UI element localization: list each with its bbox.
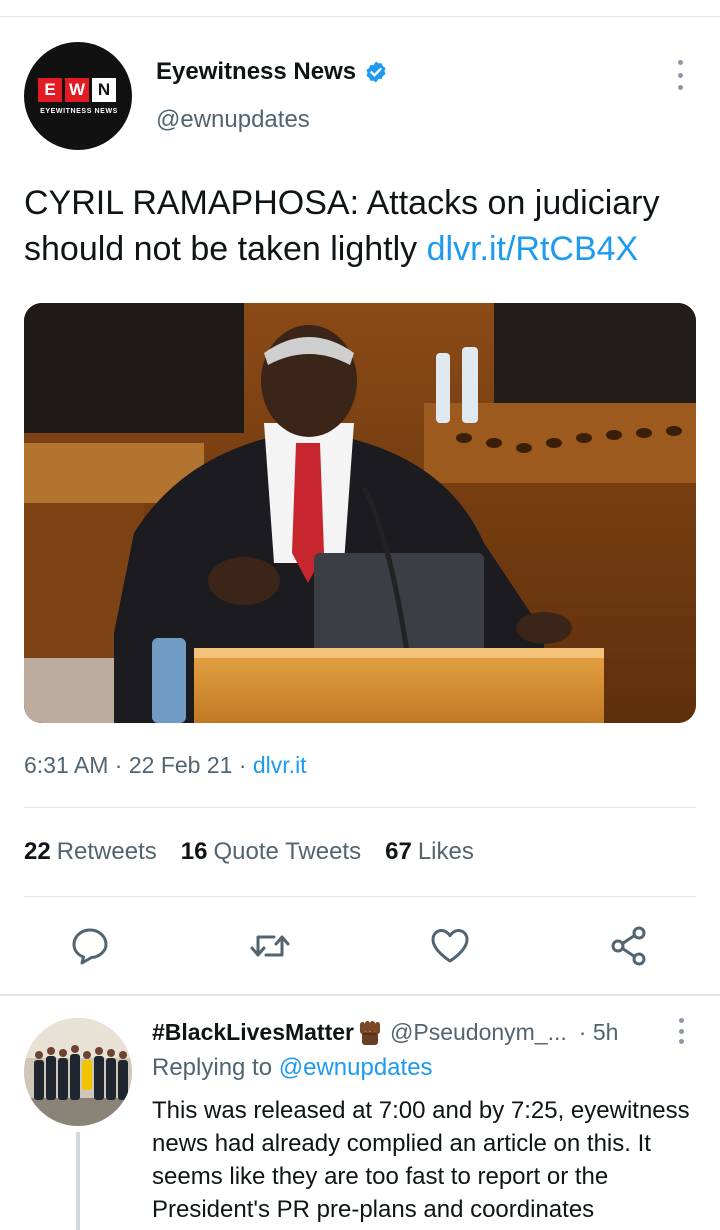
tweet-stats: 22 Retweets 16 Quote Tweets 67 Likes: [24, 838, 474, 866]
likes-count: 67: [385, 838, 412, 865]
reply-text: This was released at 7:00 and by 7:25, e…: [152, 1097, 690, 1223]
tweet-photo[interactable]: [24, 303, 696, 723]
reply-more-vertical-icon[interactable]: [674, 1018, 688, 1044]
heart-icon[interactable]: [428, 924, 472, 968]
reply-display-name[interactable]: #BlackLivesMatter: [152, 1019, 354, 1046]
verified-badge-icon: [366, 61, 386, 83]
share-icon[interactable]: [608, 924, 652, 968]
meta-separator: ·: [238, 752, 253, 778]
meta-separator: ·: [114, 752, 129, 778]
quote-tweets-count: 16: [180, 838, 208, 865]
tweet-actions-bar: [0, 924, 720, 968]
reply-time[interactable]: 5h: [593, 1019, 619, 1046]
retweets-label: Retweets: [56, 838, 157, 865]
replying-to: Replying to @ewnupdates: [152, 1054, 433, 1082]
ewn-logo-letter-n: N: [92, 78, 116, 102]
more-dot: [678, 1018, 684, 1023]
retweets-stat[interactable]: 22 Retweets: [24, 838, 157, 866]
retweets-count: 22: [24, 838, 51, 865]
replying-to-prefix: Replying to: [152, 1054, 279, 1081]
replying-to-mention[interactable]: @ewnupdates: [279, 1054, 433, 1081]
more-vertical-icon[interactable]: [672, 60, 688, 90]
more-dot: [678, 1039, 684, 1044]
more-dot: [678, 1028, 684, 1034]
tweet-time[interactable]: 6:31 AM: [24, 752, 108, 778]
quote-tweets-label: Quote Tweets: [213, 838, 362, 865]
tweet-source[interactable]: dlvr.it: [253, 752, 307, 778]
retweet-icon[interactable]: [248, 924, 292, 968]
raised-fist-emoji: [360, 1021, 380, 1045]
stats-divider-top: [24, 807, 696, 808]
stats-divider-bottom: [24, 896, 696, 897]
reply-handle[interactable]: @Pseudonym_...: [390, 1019, 567, 1046]
tweet-text: CYRIL RAMAPHOSA: Attacks on judiciary sh…: [24, 180, 704, 272]
more-dot: [677, 60, 683, 65]
likes-label: Likes: [417, 838, 474, 865]
tweet-photo-illustration: [24, 303, 696, 723]
thread-line: [76, 1132, 80, 1230]
author-display-name[interactable]: Eyewitness News: [156, 58, 356, 86]
reply-section-divider: [0, 994, 720, 996]
reply-icon[interactable]: [68, 924, 112, 968]
ewn-logo-letter-e: E: [38, 78, 62, 102]
top-divider: [0, 16, 720, 17]
ewn-logo-letter-w: W: [65, 78, 89, 102]
reply-avatar-group-photo: [24, 1018, 132, 1126]
tweet-date[interactable]: 22 Feb 21: [129, 752, 233, 778]
author-avatar[interactable]: E W N EYEWITNESS NEWS: [24, 42, 132, 150]
more-dot: [677, 72, 683, 78]
tweet-link[interactable]: dlvr.it/RtCB4X: [427, 230, 639, 268]
ewn-logo-subtitle: EYEWITNESS NEWS: [40, 108, 118, 115]
likes-stat[interactable]: 67 Likes: [385, 838, 474, 866]
author-display-name-row[interactable]: Eyewitness News: [156, 58, 388, 86]
reply-author-avatar[interactable]: [24, 1018, 132, 1126]
reply-time-prefix: ·: [578, 1018, 593, 1045]
reply-header: #BlackLivesMatter @Pseudonym_... · 5h: [152, 1018, 652, 1046]
more-dot: [677, 85, 683, 90]
author-handle[interactable]: @ewnupdates: [156, 106, 310, 134]
quote-tweets-stat[interactable]: 16 Quote Tweets: [181, 838, 361, 866]
ewn-logo: E W N: [38, 78, 116, 102]
tweet-meta: 6:31 AM · 22 Feb 21 · dlvr.it: [24, 752, 307, 779]
